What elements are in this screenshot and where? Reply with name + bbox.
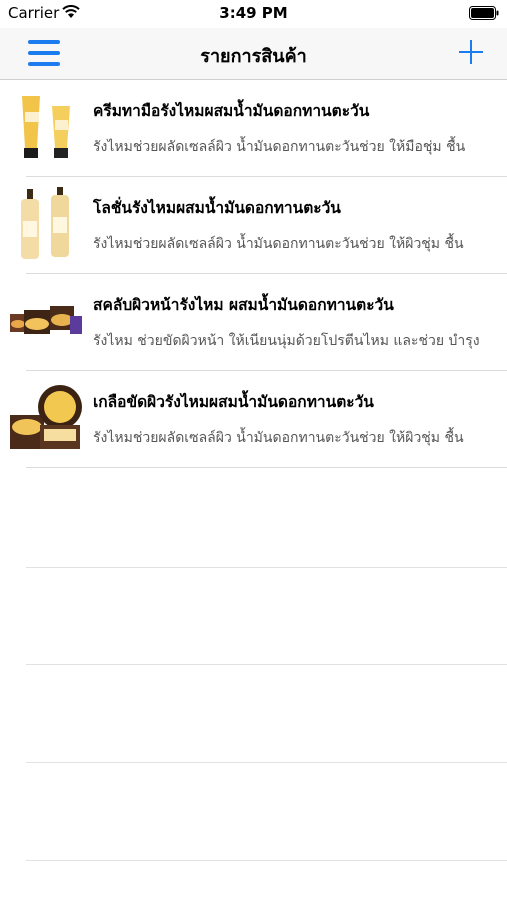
product-image-face-scrub xyxy=(10,284,82,358)
product-image-hand-cream xyxy=(10,90,82,164)
product-name: เกลือขัดผิวรังไหมผสมน้ำมันดอกทานตะวัน xyxy=(93,393,374,411)
product-name: สคลับผิวหน้ารังไหม ผสมน้ำมันดอกทานตะวัน xyxy=(93,296,394,314)
product-image-salt-scrub xyxy=(10,381,82,455)
product-name: ครีมทามือรังไหมผสมน้ำมันดอกทานตะวัน xyxy=(93,102,370,120)
status-bar: Carrier 3:49 PM xyxy=(0,0,507,28)
status-time: 3:49 PM xyxy=(219,4,288,22)
empty-row-separator xyxy=(26,860,507,861)
product-list: ครีมทามือรังไหมผสมน้ำมันดอกทานตะวัน รังไ… xyxy=(0,80,507,468)
navigation-bar: รายการสินค้า xyxy=(0,28,507,80)
product-description: รังไหม ช่วยขัดผิวหน้า ให้เนียนนุ่มด้วยโป… xyxy=(93,333,480,349)
empty-row-separator xyxy=(26,664,507,665)
product-row[interactable]: ครีมทามือรังไหมผสมน้ำมันดอกทานตะวัน รังไ… xyxy=(0,80,507,177)
product-image-lotion xyxy=(10,187,82,261)
product-row[interactable]: สคลับผิวหน้ารังไหม ผสมน้ำมันดอกทานตะวัน … xyxy=(0,274,507,371)
product-row[interactable]: เกลือขัดผิวรังไหมผสมน้ำมันดอกทานตะวัน รั… xyxy=(0,371,507,468)
empty-row-separator xyxy=(26,567,507,568)
product-description: รังไหมช่วยผลัดเซลล์ผิว น้ำมันดอกทานตะวัน… xyxy=(93,139,466,155)
plus-icon[interactable] xyxy=(457,38,485,66)
page-title: รายการสินค้า xyxy=(200,46,307,67)
product-name: โลชั่นรังไหมผสมน้ำมันดอกทานตะวัน xyxy=(93,199,341,217)
product-description: รังไหมช่วยผลัดเซลล์ผิว น้ำมันดอกทานตะวัน… xyxy=(93,236,464,252)
product-row[interactable]: โลชั่นรังไหมผสมน้ำมันดอกทานตะวัน รังไหมช… xyxy=(0,177,507,274)
battery-icon xyxy=(469,6,499,20)
empty-row-separator xyxy=(26,762,507,763)
product-description: รังไหมช่วยผลัดเซลล์ผิว น้ำมันดอกทานตะวัน… xyxy=(93,430,464,446)
